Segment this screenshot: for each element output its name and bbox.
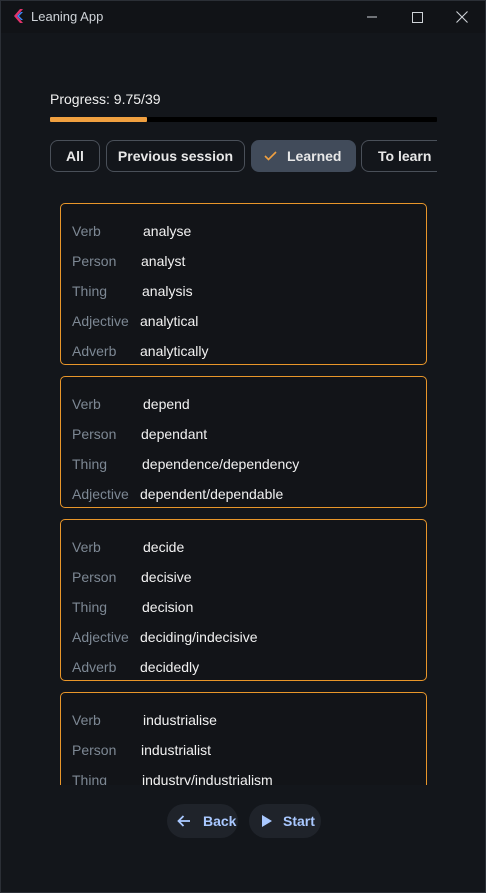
row-key: Verb [72, 712, 101, 728]
card-row: Adjective deciding/indecisive [61, 622, 426, 652]
row-value: analysis [142, 283, 193, 299]
close-button[interactable] [439, 1, 485, 33]
start-button-label: Start [283, 813, 315, 829]
card-row: Verb decide [61, 532, 426, 562]
word-card: Verb analyse Person analyst Thing analysis … [60, 203, 427, 365]
row-key: Adjective [72, 486, 129, 502]
filter-all-label: All [66, 148, 84, 164]
row-value: dependent/dependable [140, 486, 284, 502]
card-row: Person industrialist [61, 735, 426, 765]
row-value: industry/industrialism [142, 772, 273, 785]
row-value: decide [143, 539, 185, 555]
back-button-label: Back [203, 813, 237, 829]
card-row: Thing analysis [61, 276, 426, 306]
card-row: Adjective analytical [61, 306, 426, 336]
row-value: industrialist [141, 742, 212, 758]
row-value: decisive [141, 569, 192, 585]
close-icon [456, 11, 468, 23]
back-button[interactable]: Back [167, 804, 238, 838]
progress-fill [50, 117, 147, 122]
app-window: Leaning App Progress: 9.75/39 All Previo… [0, 0, 486, 893]
card-row: Person decisive [61, 562, 426, 592]
word-family-list[interactable]: Verb analyse Person analyst Thing analysis … [60, 198, 427, 785]
minimize-button[interactable] [349, 1, 395, 33]
filter-chips: All Previous session Learned To learn [50, 140, 437, 174]
filter-to-learn-label: To learn [378, 148, 432, 164]
row-value: analytical [140, 313, 199, 329]
title-bar[interactable]: Leaning App [1, 1, 485, 33]
card-row: Adverb analytically [61, 336, 426, 366]
bottom-actions: Back Start [1, 804, 485, 840]
row-key: Thing [72, 456, 108, 472]
filter-all[interactable]: All [50, 140, 100, 172]
arrow-left-icon [177, 815, 190, 827]
app-logo-icon [14, 9, 23, 23]
maximize-button[interactable] [394, 1, 440, 33]
card-row: Person dependant [61, 419, 426, 449]
play-icon [262, 815, 272, 827]
row-key: Person [72, 253, 117, 269]
row-key: Adverb [72, 659, 117, 675]
word-card: Verb decide Person decisive Thing decision … [60, 519, 427, 681]
progress-label: Progress: 9.75/39 [50, 91, 161, 107]
minimize-icon [367, 16, 377, 18]
row-key: Person [72, 569, 117, 585]
card-row: Adjective dependent/dependable [61, 479, 426, 509]
filter-previous-session[interactable]: Previous session [106, 140, 245, 172]
card-row: Thing dependence/dependency [61, 449, 426, 479]
row-value: analyst [141, 253, 186, 269]
row-value: deciding/indecisive [140, 629, 258, 645]
row-key: Verb [72, 223, 101, 239]
row-key: Adverb [72, 343, 117, 359]
filter-learned[interactable]: Learned [251, 140, 356, 172]
row-key: Thing [72, 283, 108, 299]
word-card: Verb industrialise Person industrialist Th… [60, 692, 427, 785]
row-value: industrialise [143, 712, 217, 728]
row-value: decision [142, 599, 194, 615]
row-key: Adjective [72, 629, 129, 645]
card-row: Verb depend [61, 389, 426, 419]
row-value: analyse [143, 223, 192, 239]
card-row: Person analyst [61, 246, 426, 276]
card-row: Thing decision [61, 592, 426, 622]
row-key: Person [72, 426, 117, 442]
word-card: Verb depend Person dependant Thing dependen… [60, 376, 427, 508]
row-key: Person [72, 742, 117, 758]
card-row: Adverb decidedly [61, 652, 426, 682]
row-value: depend [143, 396, 190, 412]
filter-previous-session-label: Previous session [117, 148, 234, 164]
row-key: Thing [72, 599, 108, 615]
row-key: Verb [72, 539, 101, 555]
row-value: dependence/dependency [142, 456, 300, 472]
row-value: dependant [141, 426, 208, 442]
card-row: Thing industry/industrialism [61, 765, 426, 785]
filter-learned-label: Learned [287, 148, 342, 164]
row-value: decidedly [140, 659, 200, 675]
row-key: Verb [72, 396, 101, 412]
row-key: Thing [72, 772, 108, 785]
window-title: Leaning App [31, 9, 104, 24]
start-button[interactable]: Start [249, 804, 321, 838]
row-value: analytically [140, 343, 209, 359]
filter-to-learn[interactable]: To learn [361, 140, 437, 172]
row-key: Adjective [72, 313, 129, 329]
check-icon [264, 151, 277, 161]
card-row: Verb analyse [61, 216, 426, 246]
progress-bar [50, 117, 437, 122]
card-row: Verb industrialise [61, 705, 426, 735]
maximize-icon [411, 11, 423, 23]
